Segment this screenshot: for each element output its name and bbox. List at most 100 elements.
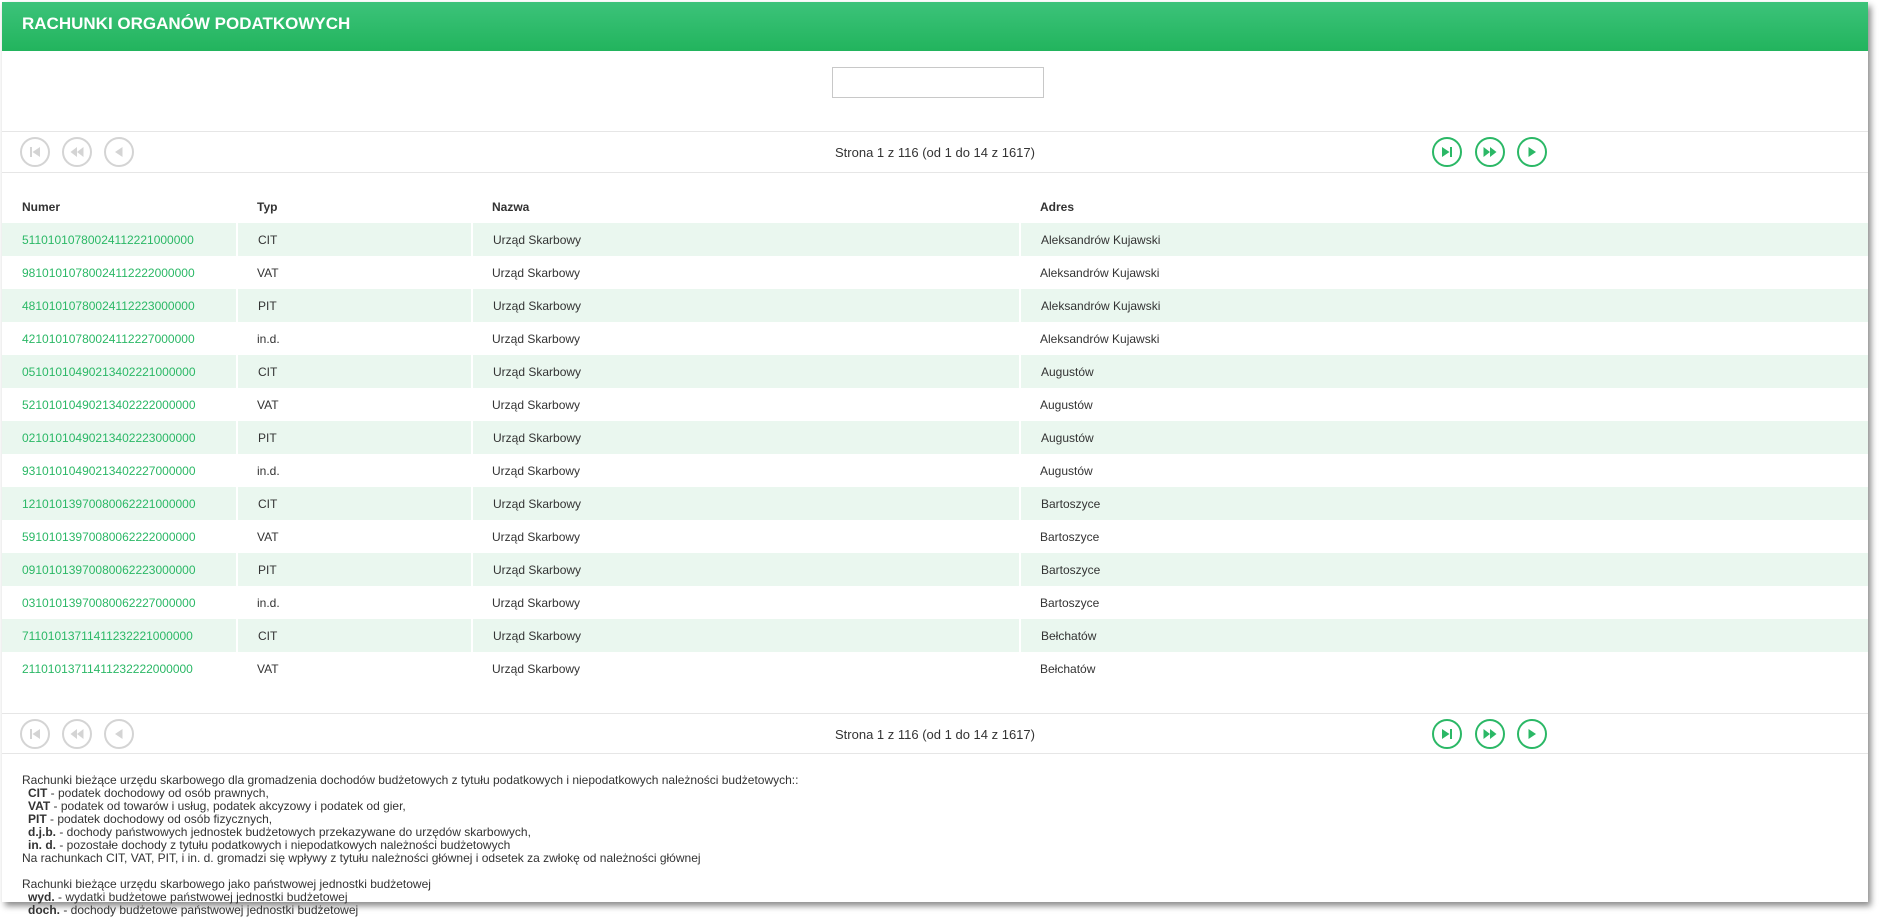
cell-typ: PIT (237, 289, 473, 322)
column-header-numer[interactable]: Numer (2, 173, 237, 223)
cell-nazwa: Urząd Skarbowy (492, 661, 581, 676)
cell-numer: 51101010780024112221000000 (2, 223, 238, 256)
column-header-typ[interactable]: Typ (237, 173, 472, 223)
previous-page-button[interactable] (104, 719, 134, 749)
account-number-link[interactable]: 59101013970080062222000000 (22, 530, 196, 544)
table-row[interactable]: 93101010490213402227000000 in.d. Urząd Ska… (2, 454, 1868, 487)
cell-adres: Bełchatów (1040, 661, 1096, 676)
cell-nazwa: Urząd Skarbowy (492, 529, 581, 544)
account-number-link[interactable]: 09101013970080062223000000 (22, 563, 196, 577)
cell-numer: 71101013711411232221000000 (2, 619, 238, 652)
table-row[interactable]: 03101013970080062227000000 in.d. Urząd Ska… (2, 586, 1868, 619)
legend-code: CIT (28, 786, 48, 800)
fast-rewind-button[interactable] (62, 719, 92, 749)
table-row[interactable]: 09101013970080062223000000 PIT Urząd Skarb… (2, 553, 1868, 586)
legend-item: VAT - podatek od towarów i usług, podate… (22, 800, 1848, 813)
account-number-link[interactable]: 52101010490213402222000000 (22, 398, 196, 412)
cell-adres: Bartoszyce (1020, 553, 1868, 586)
cell-numer: 21101013711411232222000000 (2, 652, 237, 685)
account-number-link[interactable]: 03101013970080062227000000 (22, 596, 196, 610)
table-row[interactable]: 52101010490213402222000000 VAT Urząd Skarb… (2, 388, 1868, 421)
tax-accounts-panel: RACHUNKI ORGANÓW PODATKOWYCH Strona 1 z … (2, 2, 1868, 917)
table-row[interactable]: 12101013970080062221000000 CIT Urząd Skarb… (2, 487, 1868, 520)
cell-nazwa: Urząd Skarbowy (492, 331, 581, 346)
column-header-adres[interactable]: Adres (1020, 173, 1868, 223)
legend-text: - dochody państwowych jednostek budżetow… (56, 825, 531, 839)
cell-nazwa: Urząd Skarbowy (492, 397, 581, 412)
cell-nazwa: Urząd Skarbowy (472, 223, 1021, 256)
cell-adres: Augustów (1040, 463, 1093, 478)
next-page-button[interactable] (1517, 137, 1547, 167)
first-page-button[interactable] (20, 137, 50, 167)
legend-item: doch. - dochody budżetowe państwowej jed… (22, 904, 1848, 917)
account-number-link[interactable]: 02101010490213402223000000 (22, 431, 196, 445)
legend-text: - podatek od towarów i usług, podatek ak… (50, 799, 406, 813)
skip-first-icon (30, 729, 40, 739)
cell-adres: Bełchatów (1020, 619, 1868, 652)
fast-rewind-button[interactable] (62, 137, 92, 167)
account-number-link[interactable]: 05101010490213402221000000 (22, 365, 196, 379)
fast-forward-button[interactable] (1475, 137, 1505, 167)
legend-footer: Rachunki bieżące urzędu skarbowego dla g… (2, 754, 1868, 917)
table-row[interactable]: 98101010780024112222000000 VAT Urząd Skarb… (2, 256, 1868, 289)
last-page-button[interactable] (1432, 137, 1462, 167)
fast-forward-button[interactable] (1475, 719, 1505, 749)
cell-numer: 98101010780024112222000000 (2, 256, 237, 289)
first-page-button[interactable] (20, 719, 50, 749)
account-number-link[interactable]: 98101010780024112222000000 (22, 266, 195, 280)
account-number-link[interactable]: 71101013711411232221000000 (22, 629, 193, 643)
account-number-link[interactable]: 51101010780024112221000000 (22, 233, 194, 247)
cell-typ: CIT (237, 223, 473, 256)
cell-numer: 05101010490213402221000000 (2, 355, 238, 388)
cell-adres: Aleksandrów Kujawski (1040, 331, 1160, 346)
cell-adres: Aleksandrów Kujawski (1040, 265, 1160, 280)
cell-adres: Augustów (1020, 421, 1868, 454)
cell-adres: Aleksandrów Kujawski (1020, 289, 1868, 322)
cell-numer: 12101013970080062221000000 (2, 487, 238, 520)
account-number-link[interactable]: 48101010780024112223000000 (22, 299, 195, 313)
legend-code: PIT (28, 812, 47, 826)
previous-page-button[interactable] (104, 137, 134, 167)
account-number-link[interactable]: 21101013711411232222000000 (22, 662, 193, 676)
cell-typ: CIT (237, 487, 473, 520)
cell-nazwa: Urząd Skarbowy (472, 619, 1021, 652)
legend-code: d.j.b. (28, 825, 56, 839)
last-page-button[interactable] (1432, 719, 1462, 749)
table-row[interactable]: 48101010780024112223000000 PIT Urząd Skarb… (2, 289, 1868, 322)
legend-code: VAT (28, 799, 51, 813)
cell-typ: PIT (237, 421, 473, 454)
table-row[interactable]: 42101010780024112227000000 in.d. Urząd Ska… (2, 322, 1868, 355)
fast-forward-icon (1483, 147, 1497, 157)
legend-code: wyd. (28, 890, 55, 904)
cell-typ: CIT (237, 355, 473, 388)
legend-note: Na rachunkach CIT, VAT, PIT, i in. d. gr… (22, 851, 701, 865)
search-input[interactable] (832, 67, 1044, 98)
cell-adres: Bartoszyce (1020, 487, 1868, 520)
cell-nazwa: Urząd Skarbowy (492, 463, 581, 478)
account-number-link[interactable]: 42101010780024112227000000 (22, 332, 195, 346)
cell-typ: in.d. (257, 331, 280, 346)
cell-numer: 93101010490213402227000000 (2, 454, 237, 487)
legend-code: doch. (28, 903, 60, 917)
previous-icon (115, 729, 123, 739)
cell-adres: Aleksandrów Kujawski (1020, 223, 1868, 256)
legend-text: - pozostałe dochody z tytułu podatkowych… (56, 838, 511, 852)
legend-text: - wydatki budżetowe państwowej jednostki… (54, 890, 348, 904)
table-row[interactable]: 05101010490213402221000000 CIT Urząd Skarb… (2, 355, 1868, 388)
cell-adres: Augustów (1020, 355, 1868, 388)
cell-nazwa: Urząd Skarbowy (472, 487, 1021, 520)
table-row[interactable]: 59101013970080062222000000 VAT Urząd Skarb… (2, 520, 1868, 553)
table-row[interactable]: 71101013711411232221000000 CIT Urząd Skarb… (2, 619, 1868, 652)
page-title: RACHUNKI ORGANÓW PODATKOWYCH (2, 2, 1868, 51)
account-number-link[interactable]: 93101010490213402227000000 (22, 464, 196, 478)
table-row[interactable]: 02101010490213402223000000 PIT Urząd Skarb… (2, 421, 1868, 454)
next-icon (1528, 147, 1536, 157)
account-number-link[interactable]: 12101013970080062221000000 (22, 497, 196, 511)
cell-numer: 42101010780024112227000000 (2, 322, 237, 355)
column-header-nazwa[interactable]: Nazwa (472, 173, 1020, 223)
next-page-button[interactable] (1517, 719, 1547, 749)
table-row[interactable]: 51101010780024112221000000 CIT Urząd Skarb… (2, 223, 1868, 256)
cell-typ: VAT (257, 661, 279, 676)
table-row[interactable]: 21101013711411232222000000 VAT Urząd Skarb… (2, 652, 1868, 685)
cell-typ: VAT (257, 265, 279, 280)
